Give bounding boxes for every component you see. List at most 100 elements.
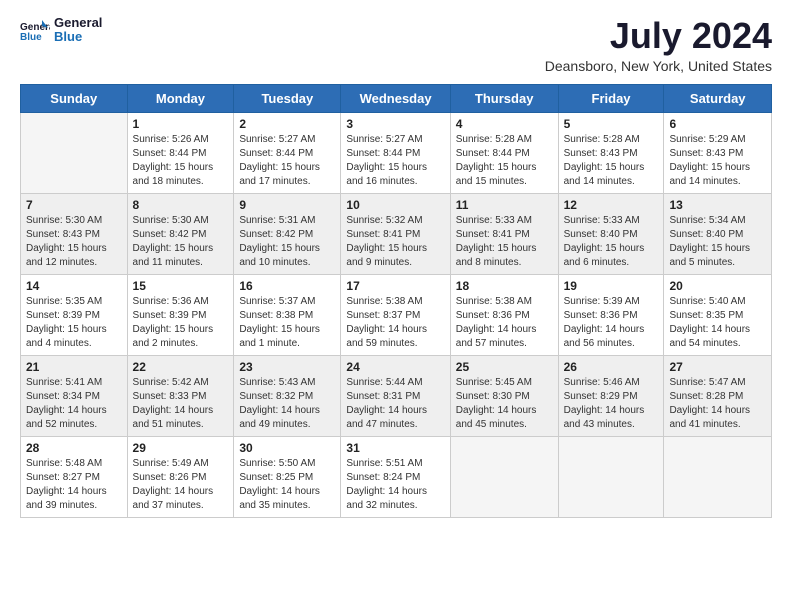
calendar-cell: 4 Sunrise: 5:28 AM Sunset: 8:44 PM Daylig… — [450, 112, 558, 193]
calendar-cell: 26 Sunrise: 5:46 AM Sunset: 8:29 PM Dayli… — [558, 355, 664, 436]
calendar: SundayMondayTuesdayWednesdayThursdayFrid… — [20, 84, 772, 518]
logo-blue: Blue — [54, 30, 102, 44]
day-number: 25 — [456, 360, 553, 374]
calendar-cell: 1 Sunrise: 5:26 AM Sunset: 8:44 PM Daylig… — [127, 112, 234, 193]
day-info: Sunrise: 5:30 AM Sunset: 8:43 PM Dayligh… — [26, 214, 122, 270]
calendar-cell: 11 Sunrise: 5:33 AM Sunset: 8:41 PM Dayli… — [450, 193, 558, 274]
day-info: Sunrise: 5:44 AM Sunset: 8:31 PM Dayligh… — [346, 376, 444, 432]
calendar-cell: 23 Sunrise: 5:43 AM Sunset: 8:32 PM Dayli… — [234, 355, 341, 436]
day-info: Sunrise: 5:30 AM Sunset: 8:42 PM Dayligh… — [133, 214, 229, 270]
calendar-cell: 20 Sunrise: 5:40 AM Sunset: 8:35 PM Dayli… — [664, 274, 772, 355]
calendar-cell: 27 Sunrise: 5:47 AM Sunset: 8:28 PM Dayli… — [664, 355, 772, 436]
day-info: Sunrise: 5:45 AM Sunset: 8:30 PM Dayligh… — [456, 376, 553, 432]
day-info: Sunrise: 5:49 AM Sunset: 8:26 PM Dayligh… — [133, 457, 229, 513]
day-number: 30 — [239, 441, 335, 455]
day-info: Sunrise: 5:39 AM Sunset: 8:36 PM Dayligh… — [564, 295, 659, 351]
day-number: 22 — [133, 360, 229, 374]
weekday-header-wednesday: Wednesday — [341, 84, 450, 112]
calendar-cell: 2Sunrise: 5:27 AM Sunset: 8:44 PM Daylig… — [234, 112, 341, 193]
calendar-cell — [558, 436, 664, 517]
day-info: Sunrise: 5:50 AM Sunset: 8:25 PM Dayligh… — [239, 457, 335, 513]
logo-icon: General Blue — [20, 18, 50, 42]
header: General Blue General Blue July 2024 Dean… — [20, 16, 772, 74]
day-number: 5 — [564, 117, 659, 131]
day-info: Sunrise: 5:34 AM Sunset: 8:40 PM Dayligh… — [669, 214, 766, 270]
day-info: Sunrise: 5:38 AM Sunset: 8:36 PM Dayligh… — [456, 295, 553, 351]
calendar-cell: 24 Sunrise: 5:44 AM Sunset: 8:31 PM Dayli… — [341, 355, 450, 436]
day-number: 9 — [239, 198, 335, 212]
day-number: 27 — [669, 360, 766, 374]
day-number: 18 — [456, 279, 553, 293]
title-area: July 2024 Deansboro, New York, United St… — [545, 16, 772, 74]
calendar-cell: 8Sunrise: 5:30 AM Sunset: 8:42 PM Daylig… — [127, 193, 234, 274]
day-info: Sunrise: 5:38 AM Sunset: 8:37 PM Dayligh… — [346, 295, 444, 351]
calendar-cell: 25 Sunrise: 5:45 AM Sunset: 8:30 PM Dayli… — [450, 355, 558, 436]
day-number: 2 — [239, 117, 335, 131]
day-info: Sunrise: 5:47 AM Sunset: 8:28 PM Dayligh… — [669, 376, 766, 432]
day-number: 28 — [26, 441, 122, 455]
calendar-cell — [664, 436, 772, 517]
location: Deansboro, New York, United States — [545, 58, 772, 74]
calendar-cell: 9 Sunrise: 5:31 AM Sunset: 8:42 PM Daylig… — [234, 193, 341, 274]
weekday-header-tuesday: Tuesday — [234, 84, 341, 112]
week-row-1: 1 Sunrise: 5:26 AM Sunset: 8:44 PM Daylig… — [21, 112, 772, 193]
day-info: Sunrise: 5:41 AM Sunset: 8:34 PM Dayligh… — [26, 376, 122, 432]
day-number: 26 — [564, 360, 659, 374]
day-number: 7 — [26, 198, 122, 212]
calendar-cell: 10 Sunrise: 5:32 AM Sunset: 8:41 PM Dayli… — [341, 193, 450, 274]
day-number: 15 — [133, 279, 229, 293]
day-info: Sunrise: 5:51 AM Sunset: 8:24 PM Dayligh… — [346, 457, 444, 513]
calendar-cell: 19 Sunrise: 5:39 AM Sunset: 8:36 PM Dayli… — [558, 274, 664, 355]
day-number: 3 — [346, 117, 444, 131]
day-number: 23 — [239, 360, 335, 374]
day-info: Sunrise: 5:35 AM Sunset: 8:39 PM Dayligh… — [26, 295, 122, 351]
calendar-cell: 18 Sunrise: 5:38 AM Sunset: 8:36 PM Dayli… — [450, 274, 558, 355]
week-row-3: 14 Sunrise: 5:35 AM Sunset: 8:39 PM Dayli… — [21, 274, 772, 355]
day-number: 20 — [669, 279, 766, 293]
day-number: 29 — [133, 441, 229, 455]
calendar-cell: 16Sunrise: 5:37 AM Sunset: 8:38 PM Dayli… — [234, 274, 341, 355]
day-number: 10 — [346, 198, 444, 212]
day-info: Sunrise: 5:42 AM Sunset: 8:33 PM Dayligh… — [133, 376, 229, 432]
week-row-4: 21 Sunrise: 5:41 AM Sunset: 8:34 PM Dayli… — [21, 355, 772, 436]
day-info: Sunrise: 5:31 AM Sunset: 8:42 PM Dayligh… — [239, 214, 335, 270]
day-number: 11 — [456, 198, 553, 212]
day-info: Sunrise: 5:32 AM Sunset: 8:41 PM Dayligh… — [346, 214, 444, 270]
day-number: 17 — [346, 279, 444, 293]
day-info: Sunrise: 5:48 AM Sunset: 8:27 PM Dayligh… — [26, 457, 122, 513]
day-info: Sunrise: 5:28 AM Sunset: 8:44 PM Dayligh… — [456, 133, 553, 189]
weekday-header-row: SundayMondayTuesdayWednesdayThursdayFrid… — [21, 84, 772, 112]
logo-general: General — [54, 16, 102, 30]
calendar-cell: 30 Sunrise: 5:50 AM Sunset: 8:25 PM Dayli… — [234, 436, 341, 517]
month-title: July 2024 — [545, 16, 772, 56]
week-row-2: 7 Sunrise: 5:30 AM Sunset: 8:43 PM Daylig… — [21, 193, 772, 274]
day-info: Sunrise: 5:29 AM Sunset: 8:43 PM Dayligh… — [669, 133, 766, 189]
calendar-cell: 5Sunrise: 5:28 AM Sunset: 8:43 PM Daylig… — [558, 112, 664, 193]
day-info: Sunrise: 5:27 AM Sunset: 8:44 PM Dayligh… — [346, 133, 444, 189]
weekday-header-saturday: Saturday — [664, 84, 772, 112]
day-number: 21 — [26, 360, 122, 374]
day-info: Sunrise: 5:46 AM Sunset: 8:29 PM Dayligh… — [564, 376, 659, 432]
svg-text:Blue: Blue — [20, 32, 42, 42]
calendar-cell: 21 Sunrise: 5:41 AM Sunset: 8:34 PM Dayli… — [21, 355, 128, 436]
day-info: Sunrise: 5:40 AM Sunset: 8:35 PM Dayligh… — [669, 295, 766, 351]
week-row-5: 28 Sunrise: 5:48 AM Sunset: 8:27 PM Dayli… — [21, 436, 772, 517]
calendar-cell: 15Sunrise: 5:36 AM Sunset: 8:39 PM Dayli… — [127, 274, 234, 355]
logo: General Blue General Blue — [20, 16, 102, 45]
day-number: 24 — [346, 360, 444, 374]
calendar-cell: 14 Sunrise: 5:35 AM Sunset: 8:39 PM Dayli… — [21, 274, 128, 355]
day-info: Sunrise: 5:43 AM Sunset: 8:32 PM Dayligh… — [239, 376, 335, 432]
day-number: 6 — [669, 117, 766, 131]
day-number: 1 — [133, 117, 229, 131]
calendar-cell: 31Sunrise: 5:51 AM Sunset: 8:24 PM Dayli… — [341, 436, 450, 517]
calendar-cell — [450, 436, 558, 517]
calendar-cell: 22 Sunrise: 5:42 AM Sunset: 8:33 PM Dayli… — [127, 355, 234, 436]
calendar-cell — [21, 112, 128, 193]
day-number: 4 — [456, 117, 553, 131]
day-number: 16 — [239, 279, 335, 293]
day-number: 19 — [564, 279, 659, 293]
day-number: 14 — [26, 279, 122, 293]
day-info: Sunrise: 5:26 AM Sunset: 8:44 PM Dayligh… — [133, 133, 229, 189]
calendar-cell: 6 Sunrise: 5:29 AM Sunset: 8:43 PM Daylig… — [664, 112, 772, 193]
day-info: Sunrise: 5:33 AM Sunset: 8:41 PM Dayligh… — [456, 214, 553, 270]
